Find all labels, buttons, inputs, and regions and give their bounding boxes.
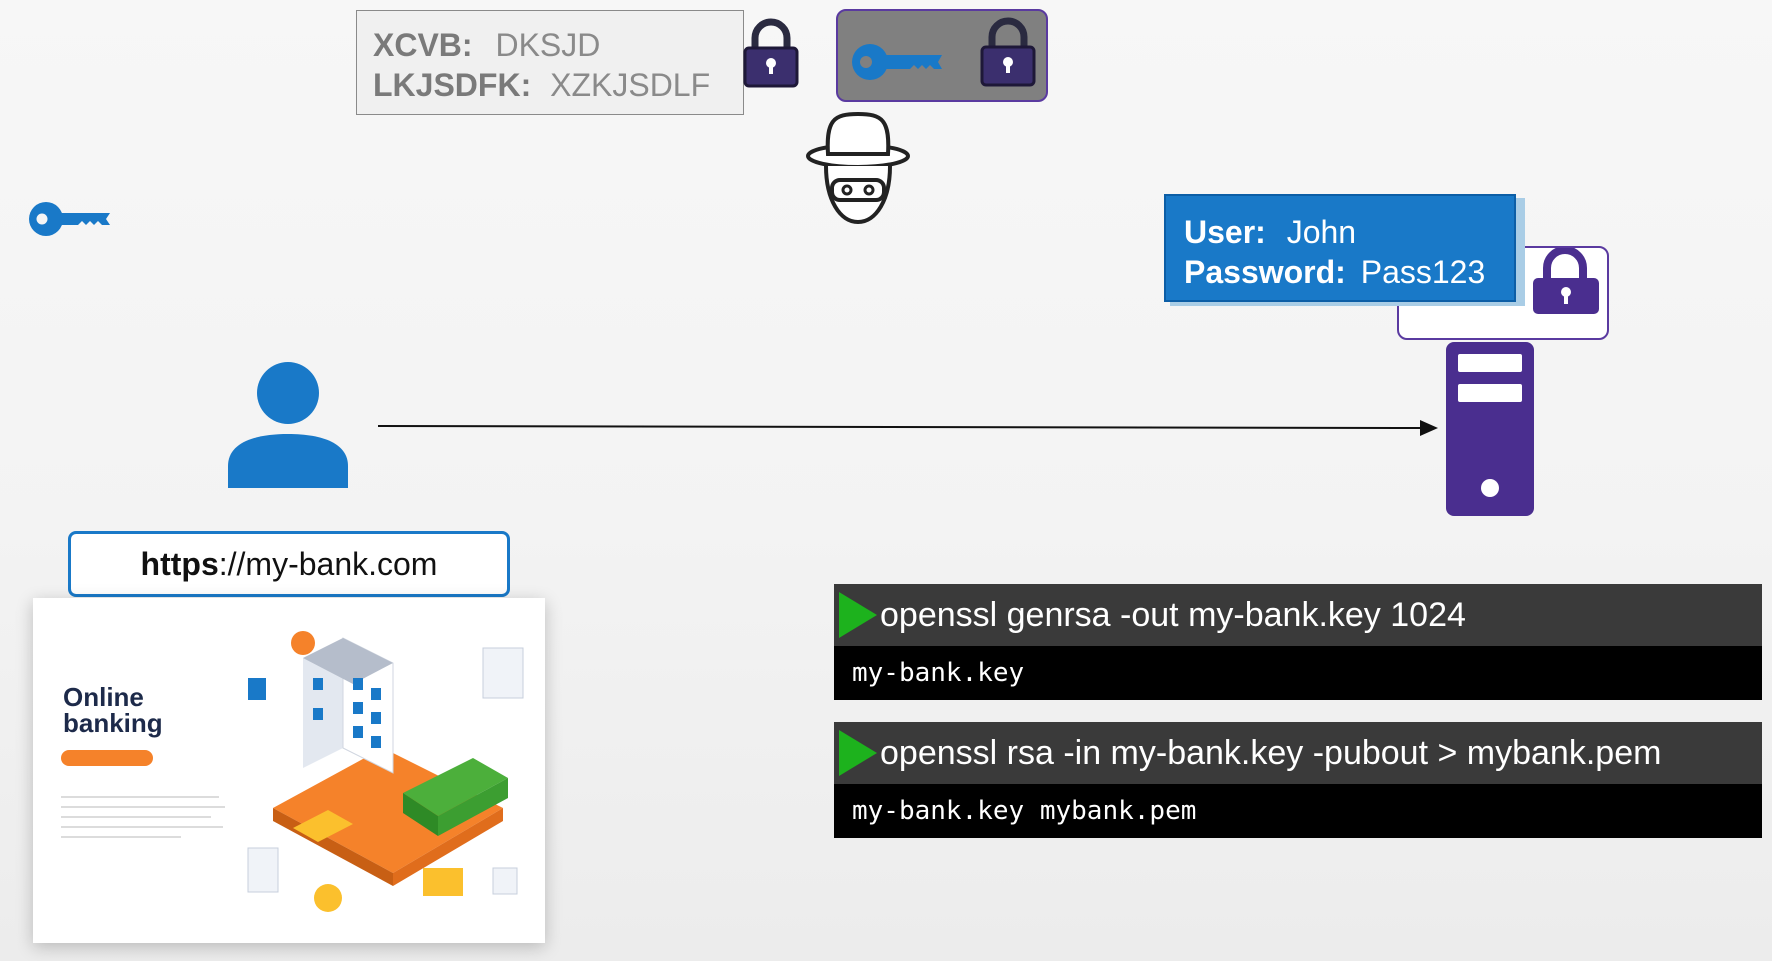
lock-icon [743,18,799,88]
lock-icon [1533,248,1599,314]
encrypted-line-2: LKJSDFK: XZKJSDLF [373,65,743,105]
site-title: Online banking [63,684,163,736]
encrypted-line-1: XCVB: DKSJD [373,25,743,65]
terminal-output-1-text: my-bank.key [852,658,1025,688]
credentials-box: User: John Password: Pass123 [1164,194,1516,302]
key-icon [29,202,110,236]
key-icon [852,44,942,80]
placeholder-text-line [61,836,181,838]
placeholder-text-line [61,826,223,828]
encrypted-label-1: XCVB: [373,27,473,63]
encrypted-value-1: DKSJD [495,27,601,63]
get-started-button[interactable] [61,750,153,766]
placeholder-text-line [61,816,211,818]
url-scheme: https [140,546,219,582]
encrypted-data-box: XCVB: DKSJD LKJSDFK: XZKJSDLF [356,10,744,115]
terminal-output-2: my-bank.key mybank.pem [834,784,1762,838]
site-title-line-1: Online [63,682,144,712]
terminal-command-1: openssl genrsa -out my-bank.key 1024 [834,584,1762,646]
placeholder-text-line [61,796,219,798]
url-bar[interactable]: https://my-bank.com [68,531,510,597]
terminal-command-2-text: openssl rsa -in my-bank.key -pubout > my… [880,734,1662,772]
terminal-command-1-text: openssl genrsa -out my-bank.key 1024 [880,596,1466,634]
user-value: John [1286,214,1357,250]
password-label: Password: [1184,254,1346,290]
key-lock-panel [836,9,1048,102]
site-title-line-2: banking [63,708,163,738]
bank-website-card: Online banking [33,598,545,943]
encrypted-value-2: XZKJSDLF [550,67,711,103]
user-label: User: [1184,214,1266,250]
terminal-command-2: openssl rsa -in my-bank.key -pubout > my… [834,722,1762,784]
terminal-output-1: my-bank.key [834,646,1762,700]
password-row: Password: Pass123 [1184,252,1514,292]
url-rest: ://my-bank.com [218,546,438,582]
user-icon [228,362,348,488]
password-value: Pass123 [1360,254,1486,290]
online-banking-illustration [243,631,524,918]
connection-arrow [377,420,1438,436]
lock-icon [980,17,1036,87]
placeholder-text-line [61,806,225,808]
terminal-output-2-text: my-bank.key mybank.pem [852,796,1197,826]
hacker-icon [806,111,910,225]
play-icon [839,730,877,776]
play-icon [839,592,877,638]
server-icon [1446,342,1534,516]
user-row: User: John [1184,212,1514,252]
encrypted-label-2: LKJSDFK: [373,67,532,103]
